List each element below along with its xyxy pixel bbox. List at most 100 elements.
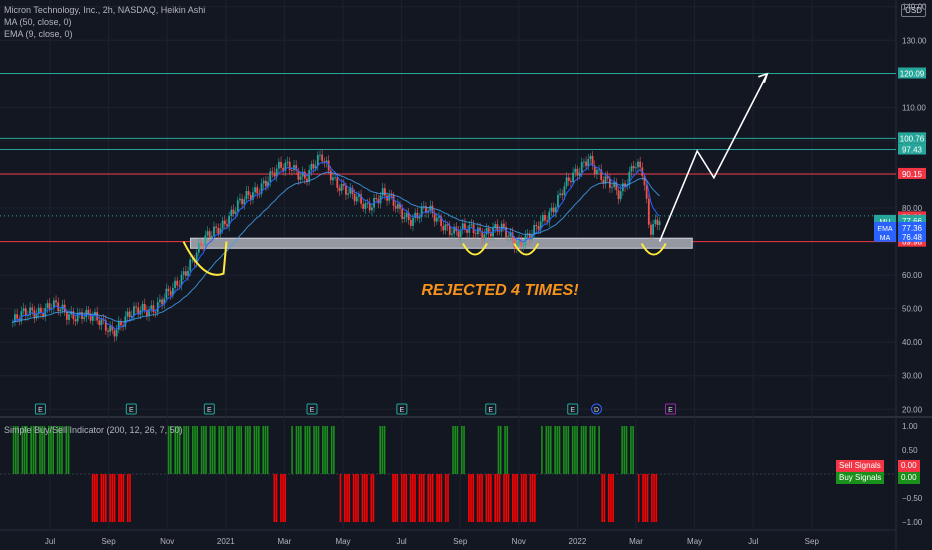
x-tick-label: Nov bbox=[160, 537, 174, 546]
buy-signal-bar bbox=[240, 426, 243, 474]
buy-signal-bar bbox=[247, 426, 249, 474]
sell-signal-bar bbox=[396, 474, 399, 522]
sell-signal-bar bbox=[405, 474, 408, 522]
candle-body bbox=[451, 233, 453, 235]
sell-signal-bar bbox=[370, 474, 373, 522]
sell-signal-bar bbox=[100, 474, 103, 522]
x-tick-label: May bbox=[335, 537, 350, 546]
candle-body bbox=[16, 314, 19, 319]
candle-body bbox=[152, 305, 155, 313]
candle-body bbox=[182, 271, 185, 275]
earnings-marker-label: E bbox=[207, 407, 212, 414]
buy-signal-bar bbox=[576, 426, 578, 474]
candle-body bbox=[91, 315, 94, 321]
sell-signal-bar bbox=[653, 474, 655, 522]
sell-signal-bar bbox=[118, 474, 120, 522]
sell-signal-bar bbox=[646, 474, 649, 522]
candle-body bbox=[647, 198, 650, 225]
candle-body bbox=[570, 180, 572, 183]
candle-body bbox=[444, 224, 447, 231]
sell-signal-bar bbox=[514, 474, 516, 522]
sell-signal-bar bbox=[361, 474, 364, 522]
candle-body bbox=[243, 199, 246, 205]
buy-signal-bar bbox=[249, 426, 251, 474]
sell-signal-bar bbox=[523, 474, 525, 522]
candle-body bbox=[128, 311, 131, 318]
sell-signal-bar bbox=[476, 474, 479, 522]
candle-body bbox=[617, 190, 620, 200]
candle-body bbox=[470, 224, 473, 226]
candle-body bbox=[405, 212, 408, 218]
buy-signal-bar bbox=[205, 426, 207, 474]
candle-body bbox=[98, 320, 101, 326]
candle-body bbox=[150, 305, 153, 310]
candle-body bbox=[31, 307, 34, 311]
candle-body bbox=[587, 159, 590, 167]
buy-signal-bar bbox=[598, 426, 600, 474]
candle-body bbox=[630, 166, 633, 172]
buy-signal-bar bbox=[211, 426, 214, 474]
buy-signal-bar bbox=[306, 426, 309, 474]
candle-body bbox=[161, 299, 163, 305]
candle-body bbox=[477, 227, 479, 235]
candle-body bbox=[572, 172, 574, 183]
buy-signal-bar bbox=[571, 426, 574, 474]
sell-signal-bar bbox=[485, 474, 488, 522]
ma-legend[interactable]: MA (50, close, 0) bbox=[4, 17, 72, 28]
candle-body bbox=[197, 242, 200, 253]
candle-body bbox=[191, 259, 194, 261]
sell-signal-bar bbox=[603, 474, 606, 522]
candle-body bbox=[213, 226, 215, 236]
price-value-label: 76.48 bbox=[902, 233, 923, 242]
buy-signal-bar bbox=[218, 426, 221, 474]
sell-signal-bar bbox=[126, 474, 129, 522]
y-tick-label: 110.00 bbox=[902, 103, 926, 112]
x-tick-label: Nov bbox=[512, 537, 526, 546]
earnings-marker-label: E bbox=[488, 407, 493, 414]
candle-body bbox=[522, 245, 525, 247]
currency-badge[interactable]: USD bbox=[901, 4, 926, 17]
candle-body bbox=[507, 236, 510, 238]
sell-signal-bar bbox=[507, 474, 510, 522]
price-tag-text: MA bbox=[880, 235, 891, 242]
candle-body bbox=[338, 187, 341, 191]
candle-body bbox=[217, 227, 220, 235]
buy-signal-bar bbox=[229, 426, 232, 474]
sell-signal-bar bbox=[520, 474, 523, 522]
support-zone[interactable] bbox=[190, 237, 693, 249]
y-tick-label: 50.00 bbox=[902, 305, 923, 314]
candle-body bbox=[619, 191, 622, 200]
candle-body bbox=[535, 224, 538, 227]
sell-signal-bar bbox=[348, 474, 351, 522]
candle-body bbox=[167, 288, 170, 292]
candle-body bbox=[355, 196, 358, 202]
chart-canvas[interactable]: 20.0030.0040.0050.0060.0070.0080.0090.00… bbox=[0, 0, 932, 550]
candle-body bbox=[578, 172, 581, 176]
candle-body bbox=[637, 161, 639, 168]
sell-signal-bar bbox=[91, 474, 94, 522]
candle-body bbox=[236, 200, 239, 212]
candle-body bbox=[55, 300, 57, 303]
candle-body bbox=[280, 161, 282, 168]
buy-signal-bar bbox=[630, 426, 632, 474]
candle-body bbox=[158, 299, 161, 303]
indicator-legend[interactable]: Simple Buy/Sell Indicator (200, 12, 26, … bbox=[4, 425, 183, 436]
buy-signal-bar bbox=[593, 426, 596, 474]
buy-signal-bar bbox=[383, 426, 386, 474]
sell-signal-bar bbox=[655, 474, 658, 522]
ema-legend[interactable]: EMA (9, close, 0) bbox=[4, 29, 73, 40]
candle-body bbox=[215, 226, 218, 228]
candle-body bbox=[120, 321, 122, 326]
candle-body bbox=[340, 184, 343, 191]
candle-body bbox=[319, 154, 321, 156]
candle-body bbox=[74, 319, 77, 322]
candle-body bbox=[546, 220, 549, 222]
candle-body bbox=[46, 303, 49, 308]
candle-body bbox=[223, 220, 226, 225]
x-tick-label: Jul bbox=[45, 537, 55, 546]
candle-body bbox=[448, 225, 451, 235]
candle-body bbox=[299, 176, 302, 180]
candle-body bbox=[565, 177, 568, 187]
candle-body bbox=[457, 231, 460, 237]
candle-body bbox=[308, 170, 311, 182]
